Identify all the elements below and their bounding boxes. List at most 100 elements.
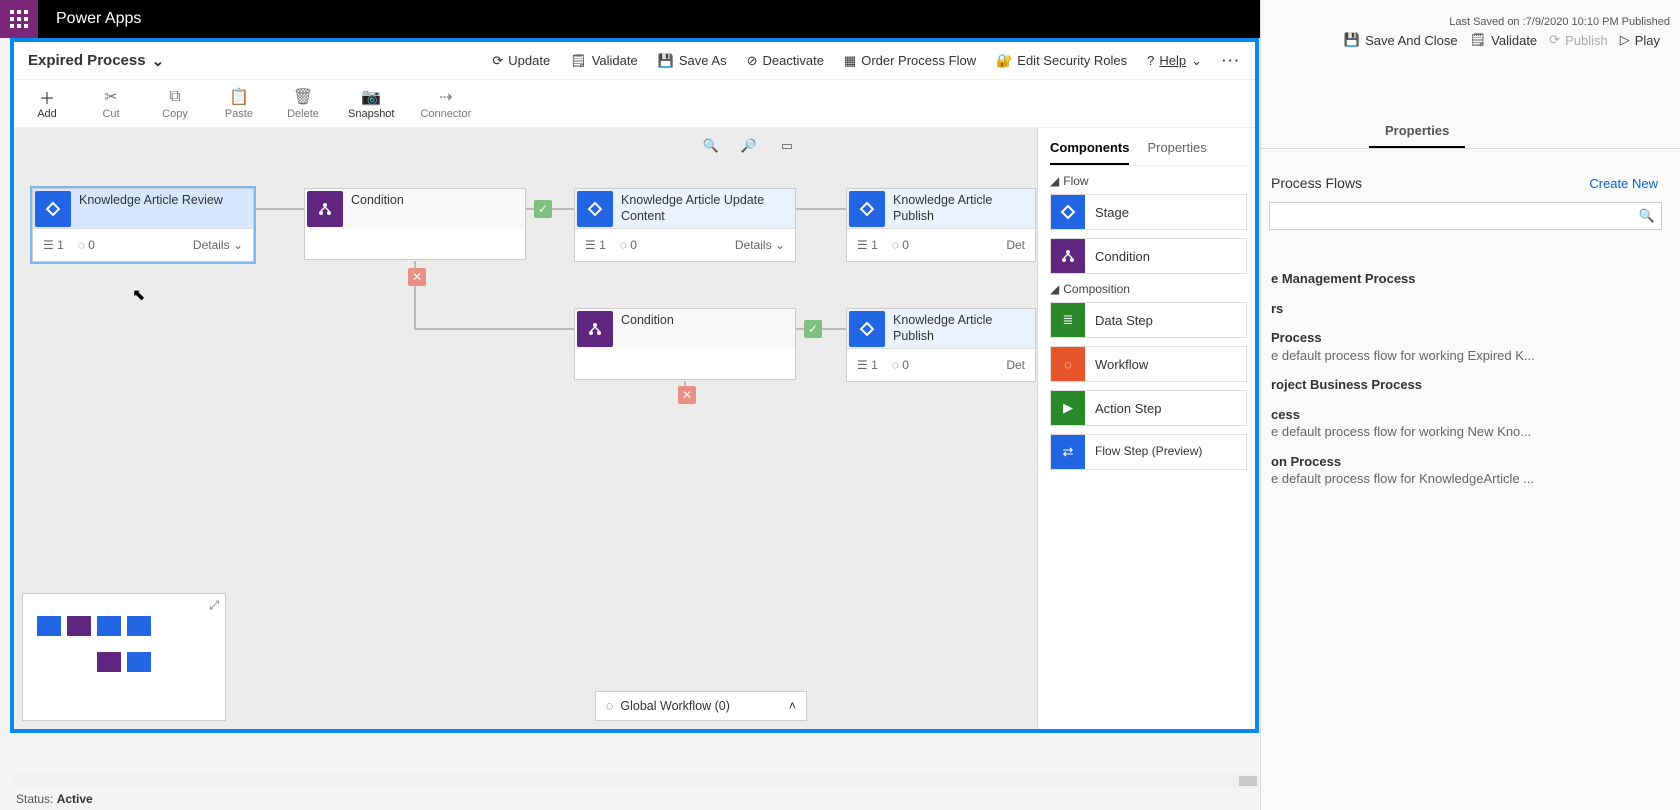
- details-toggle[interactable]: Details ⌄: [193, 238, 243, 252]
- right-tab-properties[interactable]: Properties: [1369, 115, 1465, 148]
- stage-node-publish-1[interactable]: Knowledge Article Publish ☰ 1 ◌ 0 Det: [846, 188, 1036, 262]
- validate-button-right[interactable]: 🗒 Validate: [1470, 32, 1538, 48]
- condition-node[interactable]: Condition: [574, 308, 796, 380]
- designer-area: Expired Process ⌄ ⟳ Update 🗒Validate 💾Sav…: [10, 38, 1259, 733]
- stage-icon: [849, 311, 885, 347]
- details-toggle[interactable]: Det: [1006, 238, 1025, 252]
- add-button[interactable]: ＋Add: [28, 88, 66, 120]
- component-flow-step[interactable]: ⇄Flow Step (Preview): [1050, 434, 1247, 470]
- update-button[interactable]: ⟳ Update: [492, 53, 550, 69]
- deactivate-button[interactable]: ⊘Deactivate: [747, 53, 824, 69]
- component-data-step[interactable]: ≣ Data Step: [1050, 302, 1247, 338]
- play-button-right[interactable]: ▷ Play: [1620, 32, 1660, 48]
- save-and-close-button[interactable]: 💾 Save And Close: [1344, 32, 1458, 48]
- order-process-flow-button[interactable]: ▦Order Process Flow: [844, 53, 976, 69]
- list-item-title: on Process: [1271, 453, 1658, 471]
- condition-title: Condition: [615, 309, 680, 333]
- condition-node[interactable]: Condition: [304, 188, 526, 260]
- minimap-node: [97, 652, 121, 672]
- details-toggle[interactable]: Details ⌄: [735, 238, 785, 252]
- refresh-icon: ⟳: [492, 53, 503, 69]
- snapshot-button[interactable]: 📷Snapshot: [348, 88, 394, 120]
- validate-label-right: Validate: [1491, 33, 1537, 48]
- list-item[interactable]: rs: [1271, 300, 1658, 318]
- group-flow: ◢Flow: [1050, 174, 1247, 188]
- condition-yes-chip: ✓: [534, 200, 552, 218]
- condition-no-chip: ✕: [408, 268, 426, 286]
- horizontal-scrollbar[interactable]: [14, 774, 1259, 788]
- fit-screen-button[interactable]: ▭: [777, 136, 797, 156]
- deactivate-label: Deactivate: [763, 53, 824, 68]
- data-step-icon: ≣: [1051, 303, 1085, 337]
- connector-button[interactable]: ⇢Connector: [420, 88, 471, 120]
- process-flows-title: Process Flows: [1271, 175, 1362, 191]
- connector-icon: ⇢: [439, 88, 452, 106]
- list-item[interactable]: e Management Process: [1271, 270, 1658, 288]
- play-label-right: Play: [1635, 33, 1660, 48]
- stage-node-publish-2[interactable]: Knowledge Article Publish ☰ 1 ◌ 0 Det: [846, 308, 1036, 382]
- scrollbar-thumb[interactable]: [1239, 776, 1257, 786]
- process-flows-list: e Management Process rs Process e defaul…: [1261, 270, 1668, 500]
- update-label: Update: [508, 53, 550, 68]
- component-label: Data Step: [1095, 313, 1153, 328]
- scissors-icon: ✂: [104, 88, 117, 106]
- save-as-button[interactable]: 💾Save As: [658, 53, 727, 69]
- minimap-node: [37, 616, 61, 636]
- save-as-icon: 💾: [658, 53, 674, 69]
- zoom-in-button[interactable]: 🔍: [701, 136, 721, 156]
- stage-node-review[interactable]: Knowledge Article Review ☰ 1 ◌ 0 Details…: [32, 188, 254, 262]
- help-button[interactable]: ?Help⌄: [1147, 53, 1202, 69]
- validate-button[interactable]: 🗒Validate: [570, 53, 638, 69]
- tab-properties[interactable]: Properties: [1147, 136, 1206, 165]
- help-label: Help: [1159, 53, 1186, 68]
- last-saved-label: Last Saved on :7/9/2020 10:10 PM Publish…: [1344, 16, 1670, 28]
- designer-canvas[interactable]: 🔍 🔎 ▭ ✓ ✕ ✓ ✕: [14, 128, 1037, 729]
- stage-title: Knowledge Article Review: [73, 189, 229, 213]
- list-item[interactable]: roject Business Process: [1271, 376, 1658, 394]
- stage-icon: [1051, 195, 1085, 229]
- list-item[interactable]: on Process e default process flow for Kn…: [1271, 453, 1658, 488]
- component-action-step[interactable]: ▶Action Step: [1050, 390, 1247, 426]
- overflow-button[interactable]: ···: [1222, 53, 1241, 68]
- component-condition[interactable]: Condition: [1050, 238, 1247, 274]
- caret-down-icon: ◢: [1050, 174, 1059, 188]
- zoom-out-button[interactable]: 🔎: [739, 136, 759, 156]
- chevron-down-icon: ⌄: [152, 52, 165, 70]
- condition-yes-chip: ✓: [804, 320, 822, 338]
- publish-button-right: ⟳ Publish: [1549, 32, 1608, 48]
- details-toggle[interactable]: Det: [1006, 358, 1025, 372]
- paste-button[interactable]: 📋 Paste: [220, 88, 258, 120]
- process-flows-search[interactable]: 🔍: [1269, 202, 1662, 230]
- cut-button[interactable]: ✂Cut: [92, 88, 130, 120]
- component-workflow[interactable]: ◌Workflow: [1050, 346, 1247, 382]
- process-name[interactable]: Expired Process ⌄: [28, 52, 164, 70]
- condition-title: Condition: [345, 189, 410, 213]
- component-label: Action Step: [1095, 401, 1162, 416]
- list-item[interactable]: Process e default process flow for worki…: [1271, 329, 1658, 364]
- expand-icon[interactable]: ⤢: [209, 598, 219, 613]
- workflow-icon: ◌: [606, 699, 613, 713]
- component-stage[interactable]: Stage: [1050, 194, 1247, 230]
- order-icon: ▦: [844, 53, 856, 69]
- process-name-label: Expired Process: [28, 52, 146, 69]
- flows-count-icon: ◌ 0: [892, 238, 909, 252]
- create-new-link[interactable]: Create New: [1589, 176, 1658, 191]
- waffle-icon: [10, 10, 28, 28]
- delete-button[interactable]: 🗑Delete: [284, 88, 322, 120]
- stage-title: Knowledge Article Publish: [887, 189, 1035, 228]
- edit-security-roles-button[interactable]: 🔐Edit Security Roles: [996, 53, 1127, 69]
- global-workflow-bar[interactable]: ◌ Global Workflow (0) ˄: [595, 691, 807, 721]
- stage-node-update-content[interactable]: Knowledge Article Update Content ☰ 1 ◌ 0…: [574, 188, 796, 262]
- app-launcher-button[interactable]: [0, 0, 38, 38]
- minimap-node: [127, 616, 151, 636]
- publish-label-right: Publish: [1565, 33, 1608, 48]
- list-item[interactable]: cess e default process flow for working …: [1271, 406, 1658, 441]
- minimap[interactable]: ⤢: [22, 593, 226, 721]
- paste-label: Paste: [225, 108, 253, 120]
- paste-icon: 📋: [229, 88, 249, 106]
- components-panel: Components Properties ◢Flow Stage Condit…: [1037, 128, 1255, 729]
- camera-icon: 📷: [361, 88, 381, 106]
- copy-button[interactable]: ⧉Copy: [156, 88, 194, 120]
- tab-components[interactable]: Components: [1050, 136, 1129, 165]
- list-item-title: Process: [1271, 329, 1658, 347]
